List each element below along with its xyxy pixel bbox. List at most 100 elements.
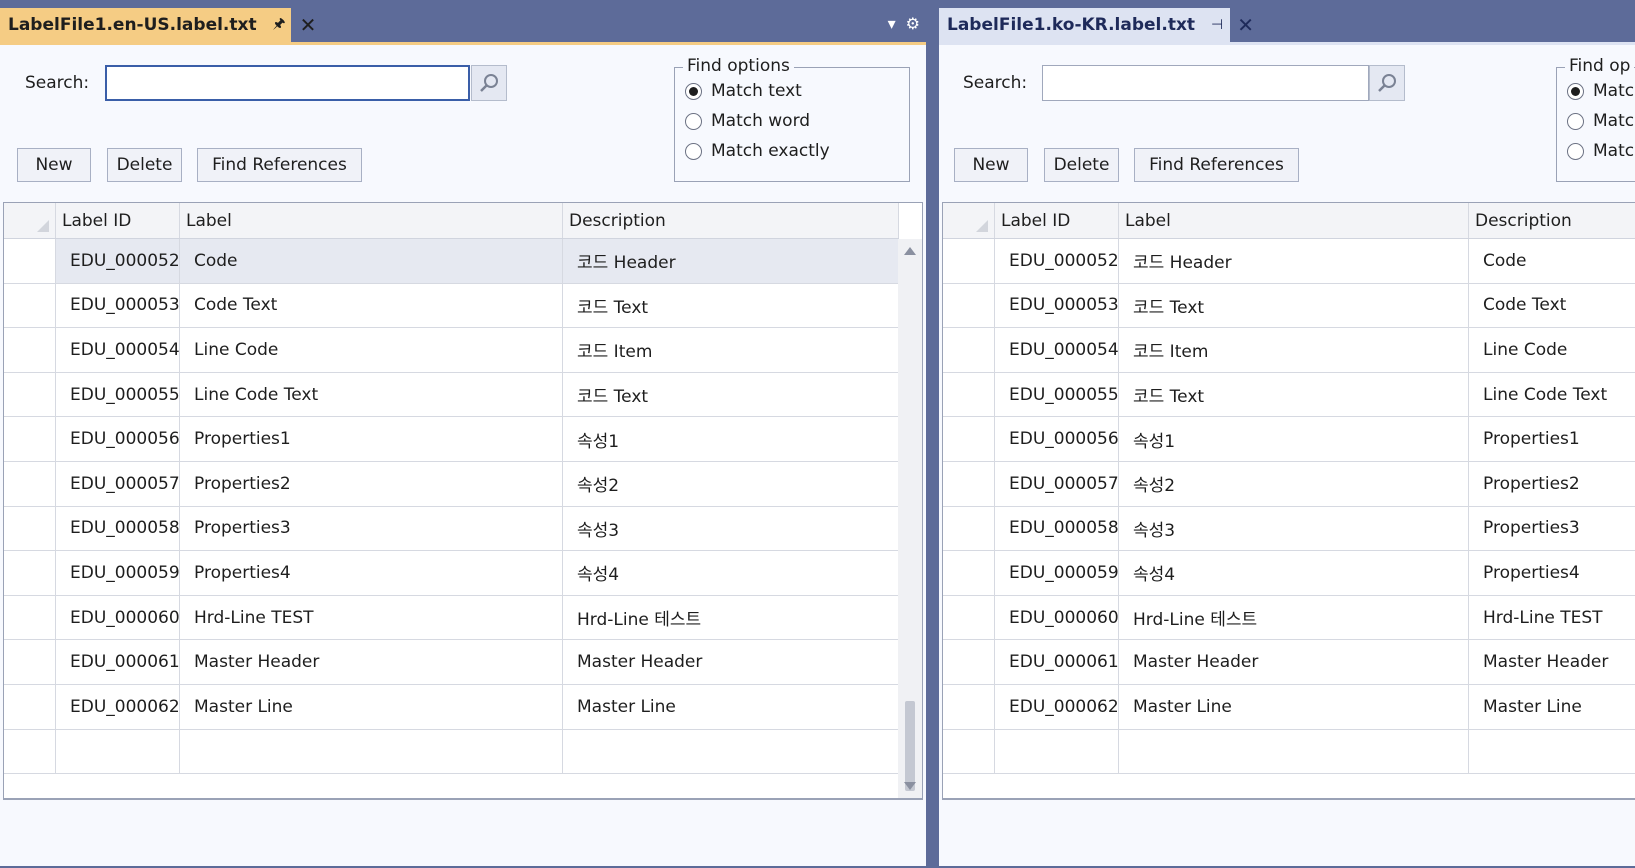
column-header-label-id[interactable]: Label ID xyxy=(56,203,180,238)
label-id-cell[interactable]: EDU_000057 xyxy=(995,461,1119,506)
label-cell[interactable]: 속성3 xyxy=(1119,506,1469,551)
pin-icon[interactable]: ⊣ xyxy=(1211,17,1223,33)
select-all-corner[interactable] xyxy=(943,203,995,238)
label-cell[interactable] xyxy=(180,729,563,774)
table-row[interactable]: EDU_000057 속성2 Properties2 xyxy=(943,461,1635,507)
label-cell[interactable]: 속성1 xyxy=(1119,417,1469,461)
scroll-thumb[interactable] xyxy=(905,701,915,791)
description-cell[interactable]: Properties1 xyxy=(1469,417,1635,461)
row-header[interactable] xyxy=(943,372,995,417)
column-header-label[interactable]: Label xyxy=(1119,203,1469,238)
row-header[interactable] xyxy=(4,506,56,551)
row-header[interactable] xyxy=(943,684,995,729)
label-id-cell[interactable]: EDU_000055 xyxy=(56,372,180,417)
row-header[interactable] xyxy=(4,595,56,640)
find-references-button[interactable]: Find References xyxy=(197,148,362,182)
description-cell[interactable] xyxy=(1469,730,1635,774)
row-header[interactable] xyxy=(943,461,995,506)
delete-button[interactable]: Delete xyxy=(1044,148,1119,182)
table-row[interactable]: EDU_000052 코드 Header Code xyxy=(943,239,1635,284)
description-cell[interactable]: Properties4 xyxy=(1469,551,1635,595)
scroll-up-icon[interactable] xyxy=(904,247,916,255)
description-cell[interactable]: Line Code Text xyxy=(1469,373,1635,417)
label-id-cell[interactable] xyxy=(995,729,1119,774)
match-text-radio[interactable]: Match text xyxy=(685,81,802,101)
search-button[interactable] xyxy=(1369,65,1405,101)
close-icon[interactable]: ✕ xyxy=(300,13,317,37)
match-exactly-radio[interactable]: Matc xyxy=(1567,141,1634,161)
row-header[interactable] xyxy=(4,239,56,283)
label-id-cell[interactable]: EDU_000059 xyxy=(56,551,180,595)
label-cell[interactable]: Line Code Text xyxy=(180,372,563,417)
table-row[interactable]: EDU_000054 Line Code 코드 Item xyxy=(4,328,899,373)
label-id-cell[interactable]: EDU_000061 xyxy=(995,640,1119,684)
label-id-cell[interactable]: EDU_000052 xyxy=(56,239,180,283)
select-all-corner[interactable] xyxy=(4,203,56,238)
table-row[interactable]: EDU_000061 Master Header Master Header xyxy=(943,640,1635,685)
description-cell[interactable]: Master Header xyxy=(1469,640,1635,684)
description-cell[interactable] xyxy=(563,729,899,774)
description-cell[interactable]: Line Code xyxy=(1469,328,1635,372)
row-header[interactable] xyxy=(4,372,56,417)
label-id-cell[interactable]: EDU_000062 xyxy=(995,684,1119,729)
label-cell[interactable]: 속성4 xyxy=(1119,551,1469,595)
table-row[interactable] xyxy=(943,729,1635,775)
description-cell[interactable]: 코드 Text xyxy=(563,283,899,328)
label-cell[interactable]: Line Code xyxy=(180,328,563,372)
row-header[interactable] xyxy=(943,283,995,328)
label-id-cell[interactable]: EDU_000056 xyxy=(56,417,180,461)
description-cell[interactable]: Hrd-Line TEST xyxy=(1469,596,1635,640)
description-cell[interactable]: Code xyxy=(1469,239,1635,283)
label-cell[interactable]: 코드 Text xyxy=(1119,283,1469,328)
search-input[interactable] xyxy=(1042,65,1369,101)
table-row[interactable]: EDU_000060 Hrd-Line 테스트 Hrd-Line TEST xyxy=(943,595,1635,641)
scroll-down-icon[interactable] xyxy=(904,782,916,790)
label-id-cell[interactable]: EDU_000056 xyxy=(995,417,1119,461)
row-header[interactable] xyxy=(943,551,995,595)
new-button[interactable]: New xyxy=(17,148,91,182)
row-header[interactable] xyxy=(4,461,56,506)
table-row[interactable]: EDU_000052 Code 코드 Header xyxy=(4,239,899,284)
label-id-cell[interactable]: EDU_000058 xyxy=(995,506,1119,551)
vertical-scrollbar[interactable] xyxy=(898,239,922,798)
column-header-description[interactable]: Description xyxy=(563,203,899,238)
description-cell[interactable]: Properties2 xyxy=(1469,462,1635,506)
row-header[interactable] xyxy=(4,551,56,595)
row-header[interactable] xyxy=(943,640,995,684)
document-tab-ko-kr[interactable]: LabelFile1.ko-KR.label.txt ⊣ ✕ xyxy=(939,8,1254,42)
table-row[interactable]: EDU_000058 속성3 Properties3 xyxy=(943,506,1635,552)
description-cell[interactable]: Master Header xyxy=(563,640,899,684)
label-cell[interactable]: Code xyxy=(180,239,563,283)
label-cell[interactable]: Master Header xyxy=(1119,640,1469,684)
description-cell[interactable]: Hrd-Line 테스트 xyxy=(563,595,899,640)
description-cell[interactable]: 속성4 xyxy=(563,551,899,595)
description-cell[interactable]: Master Line xyxy=(563,684,899,729)
column-header-label-id[interactable]: Label ID xyxy=(995,203,1119,238)
description-cell[interactable]: 코드 Header xyxy=(563,239,899,283)
row-header[interactable] xyxy=(943,595,995,640)
description-cell[interactable]: 속성1 xyxy=(563,417,899,461)
label-cell[interactable]: Master Header xyxy=(180,640,563,684)
label-id-cell[interactable] xyxy=(56,729,180,774)
row-header[interactable] xyxy=(943,417,995,461)
column-header-label[interactable]: Label xyxy=(180,203,563,238)
description-cell[interactable]: Master Line xyxy=(1469,685,1635,729)
row-header[interactable] xyxy=(4,729,56,774)
label-cell[interactable]: Master Line xyxy=(180,684,563,729)
label-cell[interactable]: Master Line xyxy=(1119,684,1469,729)
table-row[interactable]: EDU_000062 Master Line Master Line xyxy=(4,684,899,730)
label-id-cell[interactable]: EDU_000054 xyxy=(56,328,180,372)
close-icon[interactable]: ✕ xyxy=(1237,13,1254,37)
label-cell[interactable]: Properties3 xyxy=(180,506,563,551)
chevron-down-icon[interactable]: ▾ xyxy=(888,14,896,33)
table-row[interactable]: EDU_000056 Properties1 속성1 xyxy=(4,417,899,462)
new-button[interactable]: New xyxy=(954,148,1028,182)
document-tab-en-us[interactable]: LabelFile1.en-US.label.txt 🖈 ✕ xyxy=(0,8,316,42)
label-cell[interactable]: Properties1 xyxy=(180,417,563,461)
search-button[interactable] xyxy=(471,65,507,101)
column-header-description[interactable]: Description xyxy=(1469,203,1635,238)
label-cell[interactable]: Properties4 xyxy=(180,551,563,595)
label-cell[interactable]: Code Text xyxy=(180,283,563,328)
table-row[interactable]: EDU_000053 Code Text 코드 Text xyxy=(4,283,899,329)
table-row[interactable]: EDU_000053 코드 Text Code Text xyxy=(943,283,1635,329)
